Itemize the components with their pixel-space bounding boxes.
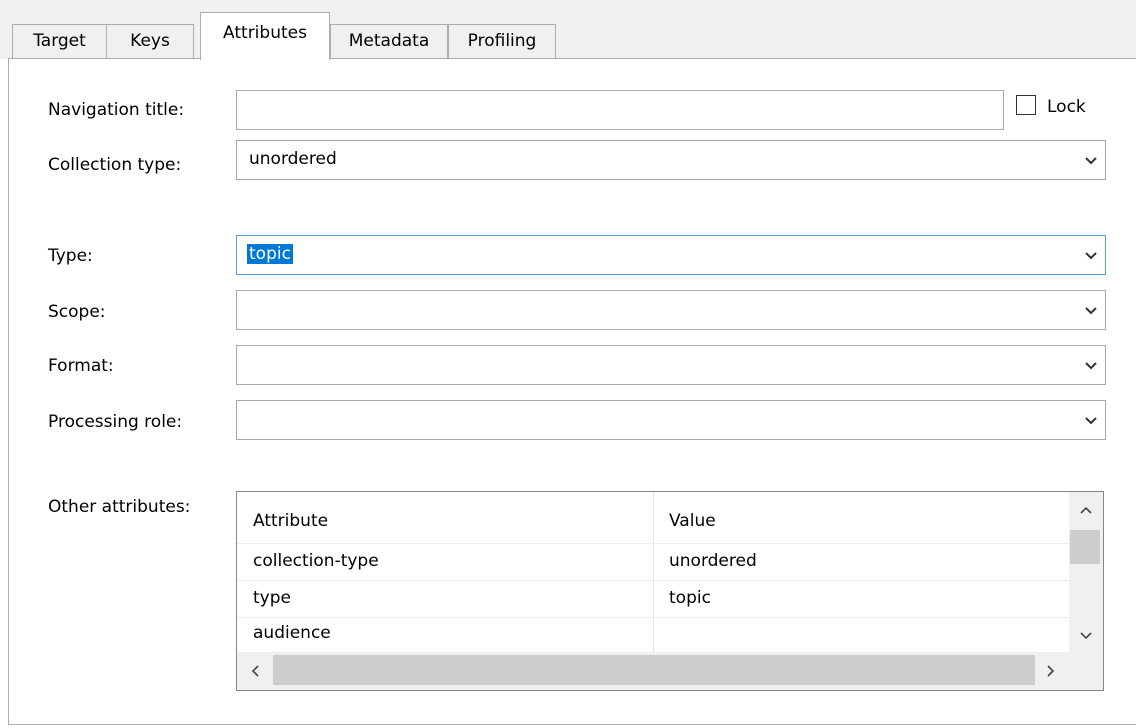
tab-label: Target — [33, 31, 86, 51]
horizontal-scroll-thumb[interactable] — [273, 655, 1035, 685]
column-header-value[interactable]: Value — [669, 511, 716, 531]
scope-select[interactable] — [236, 290, 1106, 330]
lock-label[interactable]: Lock — [1047, 97, 1086, 117]
processing-role-select[interactable] — [236, 400, 1106, 440]
chevron-down-icon[interactable] — [1079, 628, 1093, 642]
type-select[interactable]: topic — [236, 235, 1106, 275]
lock-checkbox[interactable] — [1016, 95, 1036, 115]
other-attributes-table[interactable]: Attribute Value collection-type unordere… — [236, 491, 1104, 691]
vertical-scroll-thumb[interactable] — [1070, 530, 1100, 564]
processing-role-label: Processing role: — [48, 412, 183, 432]
chevron-down-icon — [1085, 252, 1097, 260]
chevron-left-icon[interactable] — [249, 664, 263, 678]
collection-type-select[interactable]: unordered — [236, 140, 1106, 180]
chevron-down-icon — [1085, 417, 1097, 425]
type-value: topic — [247, 244, 293, 264]
table-row[interactable]: collection-type unordered — [237, 544, 1069, 580]
tab-label: Profiling — [467, 31, 537, 51]
other-attributes-label: Other attributes: — [48, 497, 191, 517]
chevron-up-icon[interactable] — [1079, 504, 1093, 518]
tab-target[interactable]: Target — [12, 24, 107, 58]
scope-label: Scope: — [48, 302, 106, 322]
format-label: Format: — [48, 356, 114, 376]
column-header-attribute[interactable]: Attribute — [253, 511, 328, 531]
chevron-right-icon[interactable] — [1043, 664, 1057, 678]
type-label: Type: — [48, 246, 93, 266]
collection-type-value: unordered — [249, 149, 337, 169]
table-row[interactable]: audience — [237, 618, 1069, 652]
tab-metadata[interactable]: Metadata — [330, 24, 448, 58]
tab-attributes[interactable]: Attributes — [200, 12, 330, 60]
attribute-cell: type — [253, 588, 291, 608]
chevron-down-icon — [1085, 157, 1097, 165]
horizontal-scrollbar[interactable] — [237, 652, 1103, 690]
chevron-down-icon — [1085, 307, 1097, 315]
tab-label: Attributes — [223, 23, 307, 43]
value-cell[interactable]: topic — [669, 588, 711, 608]
tab-keys[interactable]: Keys — [106, 24, 194, 58]
attribute-cell: audience — [253, 623, 331, 643]
format-select[interactable] — [236, 345, 1106, 385]
chevron-down-icon — [1085, 362, 1097, 370]
collection-type-label: Collection type: — [48, 155, 182, 175]
table-row[interactable]: type topic — [237, 581, 1069, 617]
value-cell[interactable]: unordered — [669, 551, 757, 571]
tab-label: Keys — [130, 31, 170, 51]
navigation-title-label: Navigation title: — [48, 100, 185, 120]
vertical-scrollbar[interactable] — [1069, 492, 1103, 652]
tab-profiling[interactable]: Profiling — [448, 24, 556, 58]
navigation-title-input[interactable] — [236, 90, 1004, 130]
attribute-cell: collection-type — [253, 551, 379, 571]
tab-strip: Target Keys Attributes Metadata Profilin… — [0, 0, 1136, 60]
tab-label: Metadata — [348, 31, 430, 51]
